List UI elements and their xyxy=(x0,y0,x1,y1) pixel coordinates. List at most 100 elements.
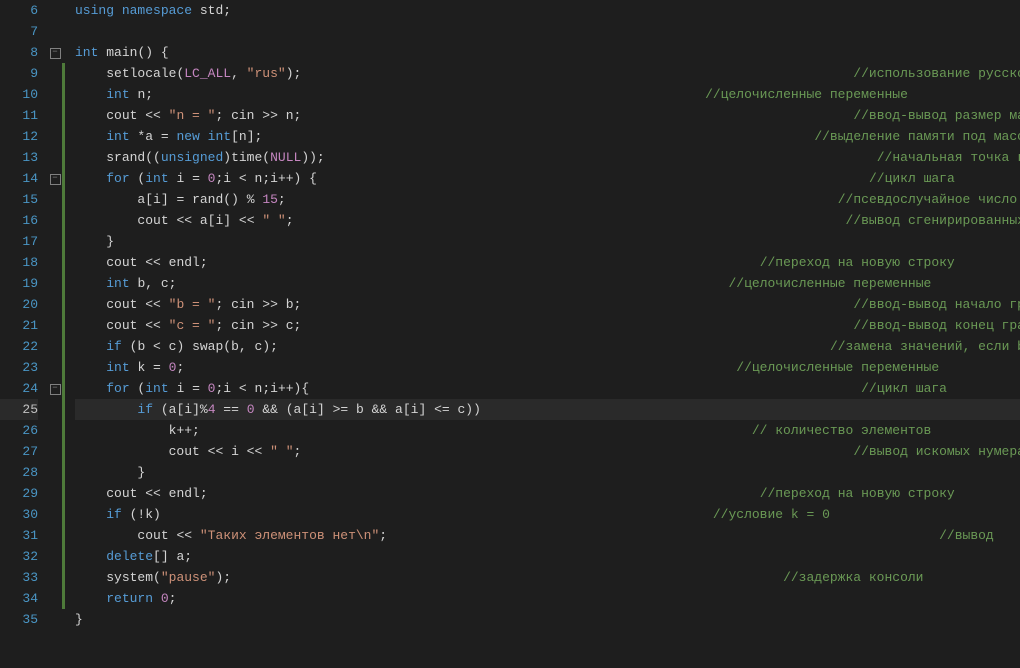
code-line[interactable]: cout << endl;//переход на новую строку xyxy=(75,252,1020,273)
token-op xyxy=(75,150,106,165)
code-line[interactable]: cout << "n = "; cin >> n;//ввод-вывод ра… xyxy=(75,105,1020,126)
token-op xyxy=(75,549,106,564)
line-number: 32 xyxy=(0,546,38,567)
token-id: k xyxy=(145,507,153,522)
code-line[interactable]: a[i] = rand() % 15;//псевдослучайное чис… xyxy=(75,189,1020,210)
fold-marker xyxy=(48,441,62,462)
code-line[interactable]: return 0; xyxy=(75,588,1020,609)
token-id: endl xyxy=(169,255,200,270)
token-op: < xyxy=(231,381,254,396)
token-id: cout xyxy=(106,486,137,501)
fold-gutter[interactable]: − − − xyxy=(48,0,62,668)
code-line[interactable]: } xyxy=(75,231,1020,252)
line-number: 19 xyxy=(0,273,38,294)
code-line[interactable] xyxy=(75,21,1020,42)
comment: //условие k = 0 xyxy=(713,507,830,522)
comment: //переход на новую строку xyxy=(760,255,955,270)
comment: //целочисленные переменные xyxy=(736,360,939,375)
token-op: ; xyxy=(200,486,208,501)
fold-marker[interactable]: − xyxy=(48,42,62,63)
token-op xyxy=(75,297,106,312)
fold-marker[interactable]: − xyxy=(48,378,62,399)
token-op: << xyxy=(200,444,231,459)
code-line[interactable]: cout << endl;//переход на новую строку xyxy=(75,483,1020,504)
code-line[interactable]: int main() { xyxy=(75,42,1020,63)
token-op: , xyxy=(231,66,247,81)
token-id: cin xyxy=(231,297,254,312)
token-op: () % xyxy=(223,192,262,207)
code-line[interactable]: for (int i = 0;i < n;i++) {//цикл шага xyxy=(75,168,1020,189)
code-line[interactable]: system("pause");//задержка консоли xyxy=(75,567,1020,588)
token-op: (! xyxy=(122,507,145,522)
code-line[interactable]: } xyxy=(75,462,1020,483)
code-line[interactable]: srand((unsigned)time(NULL));//начальная … xyxy=(75,147,1020,168)
code-line[interactable]: if (a[i]%4 == 0 && (a[i] >= b && a[i] <=… xyxy=(75,399,1020,420)
code-line[interactable]: setlocale(LC_ALL, "rus");//использование… xyxy=(75,63,1020,84)
token-op xyxy=(114,3,122,18)
code-line[interactable]: int b, c;//целочисленные переменные xyxy=(75,273,1020,294)
token-op: << xyxy=(137,108,168,123)
code-line[interactable]: cout << "c = "; cin >> c;//ввод-вывод ко… xyxy=(75,315,1020,336)
token-fn: setlocale xyxy=(106,66,176,81)
token-op xyxy=(75,318,106,333)
token-kw: if xyxy=(106,507,122,522)
code-line[interactable]: int k = 0;//целочисленные переменные xyxy=(75,357,1020,378)
code-line[interactable]: if (b < c) swap(b, c);//замена значений,… xyxy=(75,336,1020,357)
line-number: 9 xyxy=(0,63,38,84)
token-op: ); xyxy=(215,570,231,585)
token-op: << xyxy=(137,318,168,333)
token-op: >> xyxy=(254,108,285,123)
code-line[interactable]: cout << "Таких элементов нет\n";//вывод xyxy=(75,525,1020,546)
fold-marker xyxy=(48,126,62,147)
token-id: a xyxy=(200,213,208,228)
token-op: << xyxy=(137,486,168,501)
token-op xyxy=(75,192,137,207)
line-number: 13 xyxy=(0,147,38,168)
code-area[interactable]: using namespace std; int main() { setloca… xyxy=(65,0,1020,668)
code-line[interactable]: cout << "b = "; cin >> b;//ввод-вывод на… xyxy=(75,294,1020,315)
token-kw: delete xyxy=(106,549,153,564)
token-op: ; xyxy=(262,171,270,186)
token-op: << xyxy=(137,297,168,312)
code-line[interactable]: k++;// количество элементов xyxy=(75,420,1020,441)
fold-marker xyxy=(48,189,62,210)
token-op xyxy=(200,129,208,144)
token-kw: int xyxy=(106,87,129,102)
token-kw: if xyxy=(137,402,153,417)
line-number: 14 xyxy=(0,168,38,189)
token-op xyxy=(192,3,200,18)
code-line[interactable]: } xyxy=(75,609,1020,630)
token-op xyxy=(153,591,161,606)
fold-collapse-icon[interactable]: − xyxy=(50,48,61,59)
comment: //цикл шага xyxy=(869,171,955,186)
code-line[interactable]: using namespace std; xyxy=(75,0,1020,21)
token-op: ; xyxy=(294,108,302,123)
code-line[interactable]: cout << a[i] << " ";//вывод сгенирирован… xyxy=(75,210,1020,231)
token-op: ; xyxy=(286,213,294,228)
code-line[interactable]: cout << i << " ";//вывод искомых нумерац… xyxy=(75,441,1020,462)
token-id: i xyxy=(223,171,231,186)
code-line[interactable]: if (!k)//условие k = 0 xyxy=(75,504,1020,525)
token-op: ; xyxy=(145,87,153,102)
line-number: 33 xyxy=(0,567,38,588)
token-op: ++; xyxy=(176,423,199,438)
comment: //ввод-вывод конец границы интервала xyxy=(853,318,1020,333)
code-line[interactable]: int n;//целочисленные переменные xyxy=(75,84,1020,105)
token-kw: if xyxy=(106,339,122,354)
token-op: << xyxy=(137,255,168,270)
token-op: && xyxy=(364,402,395,417)
code-line[interactable]: int *a = new int[n];//выделение памяти п… xyxy=(75,126,1020,147)
token-fn: srand xyxy=(106,150,145,165)
line-number: 18 xyxy=(0,252,38,273)
token-op: , xyxy=(239,339,255,354)
fold-marker[interactable]: − xyxy=(48,168,62,189)
code-editor[interactable]: 6789101112131415161718192021222324252627… xyxy=(0,0,1020,668)
fold-marker xyxy=(48,315,62,336)
code-line[interactable]: for (int i = 0;i < n;i++){//цикл шага xyxy=(75,378,1020,399)
token-id: i xyxy=(270,381,278,396)
code-line[interactable]: delete[] a; xyxy=(75,546,1020,567)
fold-collapse-icon[interactable]: − xyxy=(50,384,61,395)
fold-marker xyxy=(48,273,62,294)
fold-collapse-icon[interactable]: − xyxy=(50,174,61,185)
token-op: ( xyxy=(223,339,231,354)
